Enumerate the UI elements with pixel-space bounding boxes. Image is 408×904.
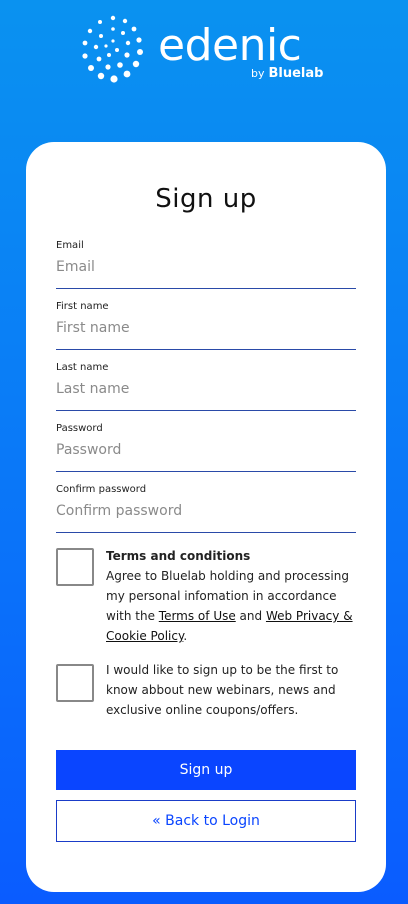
brand-partner: Bluelab [268,66,324,81]
password-field-group: Password [56,423,356,472]
newsletter-text: I would like to sign up to be the first … [106,663,339,717]
brand-name: edenic [158,20,302,71]
confirm-password-field-group: Confirm password [56,484,356,533]
password-label: Password [56,423,103,434]
first-name-label: First name [56,301,109,312]
terms-heading: Terms and conditions [106,549,251,563]
terms-and-text: and [235,609,266,623]
confirm-password-label: Confirm password [56,484,147,495]
last-name-input[interactable] [56,378,356,400]
brand-by-text: by [251,67,265,80]
terms-checkbox[interactable] [56,548,94,586]
back-to-login-button[interactable]: « Back to Login [56,800,356,842]
newsletter-row: I would like to sign up to be the first … [56,660,356,722]
brand-logo: edenic by Bluelab [80,14,330,90]
first-name-input[interactable] [56,317,356,339]
confirm-password-input[interactable] [56,500,356,522]
signup-card: Sign up Email First name Last name Passw… [26,142,386,892]
brand-byline: by Bluelab [251,66,323,81]
page-title: Sign up [155,184,257,214]
first-name-field-group: First name [56,301,356,350]
email-label: Email [56,240,84,251]
password-input[interactable] [56,439,356,461]
sign-up-button[interactable]: Sign up [56,750,356,790]
dotted-circle-logo-icon [82,15,143,83]
email-field-group: Email [56,240,356,289]
last-name-field-group: Last name [56,362,356,411]
terms-period: . [183,629,188,643]
newsletter-checkbox[interactable] [56,664,94,702]
terms-row: Terms and conditions Agree to Bluelab ho… [56,546,356,648]
terms-text: Terms and conditions Agree to Bluelab ho… [106,546,358,646]
email-input[interactable] [56,256,356,278]
terms-of-use-link[interactable]: Terms of Use [159,609,236,623]
last-name-label: Last name [56,362,109,373]
